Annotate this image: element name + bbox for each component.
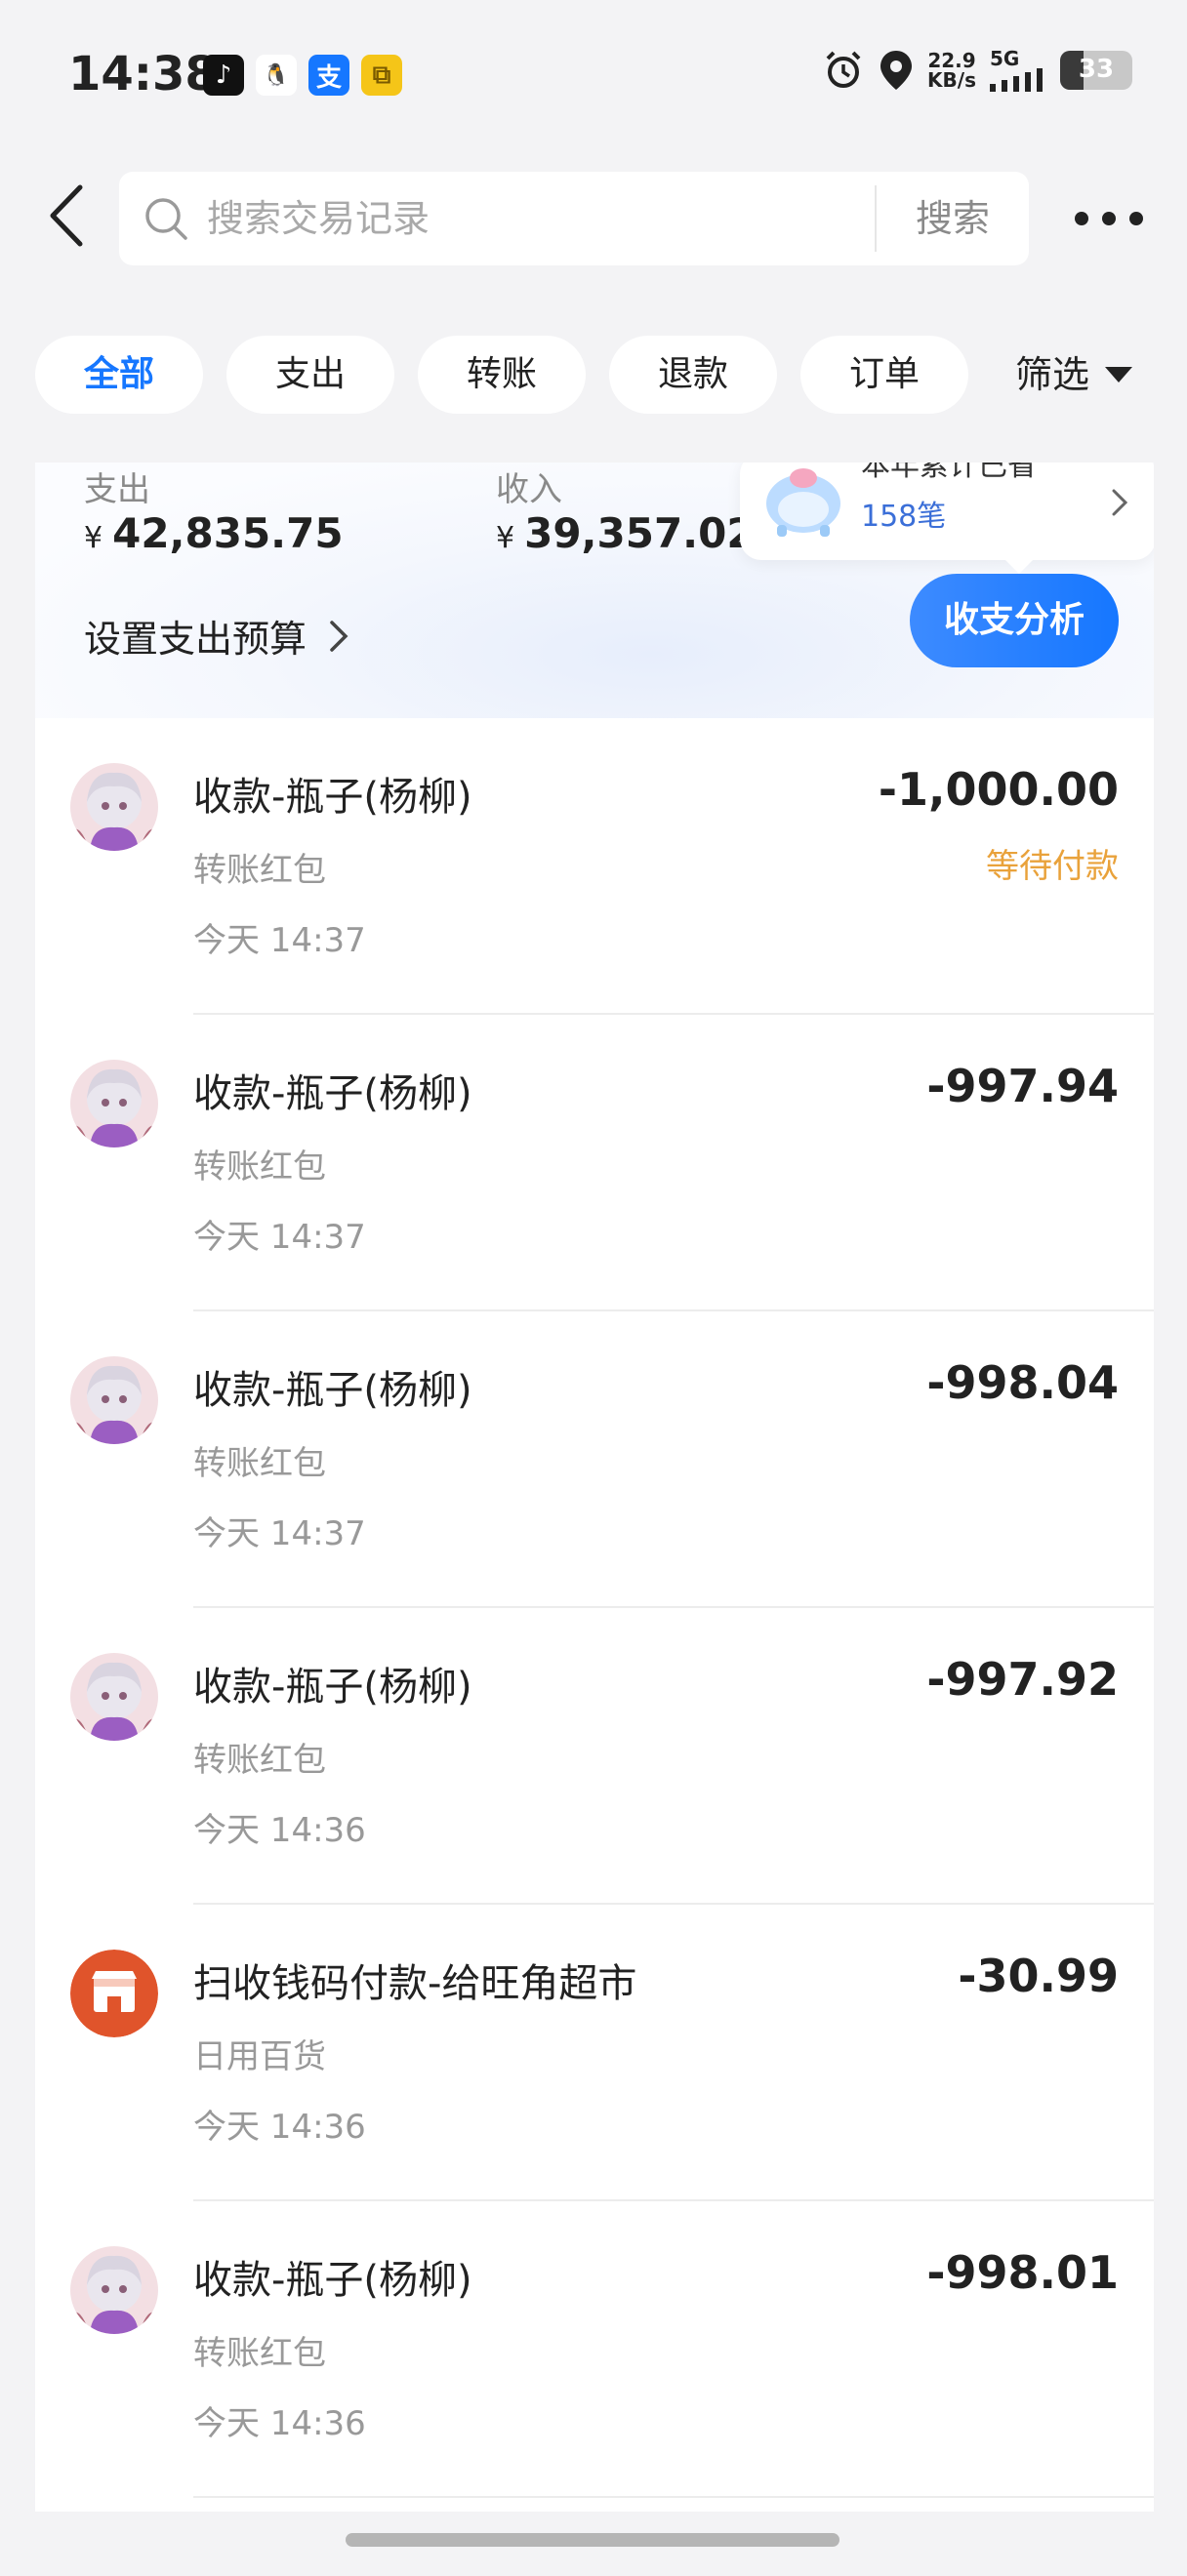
transaction-category: 转账红包 [193, 2334, 326, 2373]
transaction-category: 日用百货 [193, 2037, 326, 2076]
transaction-row[interactable]: 收款-瓶子(杨柳) 转账红包今天 14:37 -997.94 [35, 1015, 1154, 1311]
search-icon [145, 198, 187, 240]
transaction-time: 今天 14:36 [193, 1811, 366, 1850]
contact-avatar [70, 1060, 158, 1147]
transaction-category: 转账红包 [193, 851, 326, 890]
transaction-title: 收款-瓶子(杨柳) [193, 775, 472, 820]
expense-currency: ¥ [84, 521, 103, 555]
transaction-row[interactable]: 收款-瓶子(杨柳) 转账红包今天 14:37 -1,000.00 等待付款 [35, 718, 1154, 1015]
search-button[interactable]: 搜索 [877, 172, 1029, 265]
transaction-time: 今天 14:37 [193, 921, 366, 960]
transaction-time: 今天 14:37 [193, 1514, 366, 1553]
network-speed-unit: KB/s [927, 68, 976, 92]
contact-avatar [70, 1356, 158, 1444]
income-value: 39,357.02 [524, 509, 756, 557]
copy-app-icon: ⧉ [361, 55, 402, 96]
status-right: 22.9 KB/s 5G 33 [822, 49, 1132, 92]
summary-panel: 支出 ¥42,835.75 收入 ¥39,357.02 本年累计已省 158笔 … [35, 463, 1154, 718]
transaction-status: 等待付款 [986, 847, 1119, 886]
tab-4[interactable]: 订单 [800, 336, 968, 414]
set-budget-link[interactable]: 设置支出预算 [84, 609, 349, 663]
search-bar: 搜索 [119, 172, 1029, 265]
transaction-category: 转账红包 [193, 1741, 326, 1780]
transaction-list: 收款-瓶子(杨柳) 转账红包 今天 14:37 -1,000.00 等待付款 收款-瓶子(… [35, 718, 1154, 2498]
home-indicator[interactable] [346, 2533, 839, 2547]
income-currency: ¥ [496, 521, 515, 555]
network-speed-value: 22.9 [927, 49, 976, 72]
transaction-title: 收款-瓶子(杨柳) [193, 1071, 472, 1116]
alipay-icon: 支 [308, 55, 349, 96]
transaction-category: 转账红包 [193, 1444, 326, 1483]
alarm-icon [826, 51, 861, 88]
transaction-title: 收款-瓶子(杨柳) [193, 1665, 472, 1710]
chevron-right-icon [330, 620, 348, 652]
qq-icon: 🐧 [256, 55, 297, 96]
location-icon [880, 51, 913, 90]
more-options-icon[interactable] [1072, 209, 1146, 228]
transactions-card: 支出 ¥42,835.75 收入 ¥39,357.02 本年累计已省 158笔 … [35, 463, 1154, 2512]
transaction-title: 收款-瓶子(杨柳) [193, 1368, 472, 1413]
income-total: ¥39,357.02 [496, 509, 756, 557]
filter-tabs: 全部 支出 转账 退款 订单 [35, 336, 968, 414]
transaction-time: 今天 14:36 [193, 2108, 366, 2147]
income-expense-analysis-button[interactable]: 收支分析 [910, 574, 1119, 667]
battery-icon: 33 [1060, 51, 1132, 90]
status-bar: 14:38 ♪ 🐧 支 ⧉ 22.9 KB/s 5G 33 [0, 0, 1187, 156]
network-type: 5G [990, 47, 1020, 70]
expense-label: 支出 [84, 470, 150, 509]
filter-label: 筛选 [1015, 353, 1090, 396]
network-speed: 22.9 KB/s [927, 51, 976, 90]
tab-1[interactable]: 支出 [226, 336, 394, 414]
douyin-icon: ♪ [203, 55, 244, 96]
battery-level: 33 [1078, 55, 1115, 84]
savings-title: 本年累计已省 [861, 463, 1037, 483]
budget-label: 设置支出预算 [84, 618, 307, 661]
transaction-amount: -998.01 [926, 2246, 1119, 2299]
transaction-title: 扫收钱码付款-给旺角超市 [193, 1961, 637, 2006]
signal-icon [990, 68, 1043, 92]
contact-avatar [70, 2246, 158, 2334]
store-icon [70, 1950, 158, 2037]
chevron-right-icon [1112, 489, 1128, 516]
notification-app-icons: ♪ 🐧 支 ⧉ [203, 55, 402, 96]
contact-avatar [70, 1653, 158, 1741]
transaction-row[interactable]: 扫收钱码付款-给旺角超市日用百货今天 14:36 -30.99 [35, 1905, 1154, 2201]
transaction-time: 今天 14:37 [193, 1218, 366, 1257]
tab-3[interactable]: 退款 [609, 336, 777, 414]
income-label: 收入 [496, 470, 562, 509]
transaction-amount: -30.99 [958, 1950, 1119, 2002]
transaction-amount: -998.04 [926, 1356, 1119, 1409]
transaction-category: 转账红包 [193, 1147, 326, 1187]
savings-count: 158笔 [861, 500, 947, 534]
contact-avatar [70, 763, 158, 851]
transaction-row[interactable]: 收款-瓶子(杨柳) 转账红包今天 14:37 -998.04 [35, 1311, 1154, 1608]
tab-2[interactable]: 转账 [418, 336, 586, 414]
signal-group: 5G [990, 49, 1046, 92]
transaction-title: 收款-瓶子(杨柳) [193, 2258, 472, 2303]
row-divider [193, 2496, 1154, 2498]
tab-0[interactable]: 全部 [35, 336, 203, 414]
transaction-row[interactable]: 收款-瓶子(杨柳) 转账红包今天 14:36 -998.01 [35, 2201, 1154, 2498]
transaction-amount: -1,000.00 [878, 763, 1119, 816]
piggy-bank-icon [766, 468, 840, 537]
savings-bubble[interactable]: 本年累计已省 158笔 [740, 463, 1154, 574]
filter-dropdown[interactable]: 筛选 [1015, 336, 1133, 414]
expense-value: 42,835.75 [112, 509, 344, 557]
transaction-amount: -997.94 [926, 1060, 1119, 1112]
transaction-amount: -997.92 [926, 1653, 1119, 1706]
expense-total: ¥42,835.75 [84, 509, 344, 557]
search-input[interactable] [207, 189, 968, 248]
transaction-row[interactable]: 收款-瓶子(杨柳) 转账红包今天 14:36 -997.92 [35, 1608, 1154, 1905]
transaction-time: 今天 14:36 [193, 2404, 366, 2443]
back-arrow-icon[interactable] [39, 181, 98, 250]
caret-down-icon [1105, 367, 1133, 382]
status-time: 14:38 [68, 47, 218, 101]
